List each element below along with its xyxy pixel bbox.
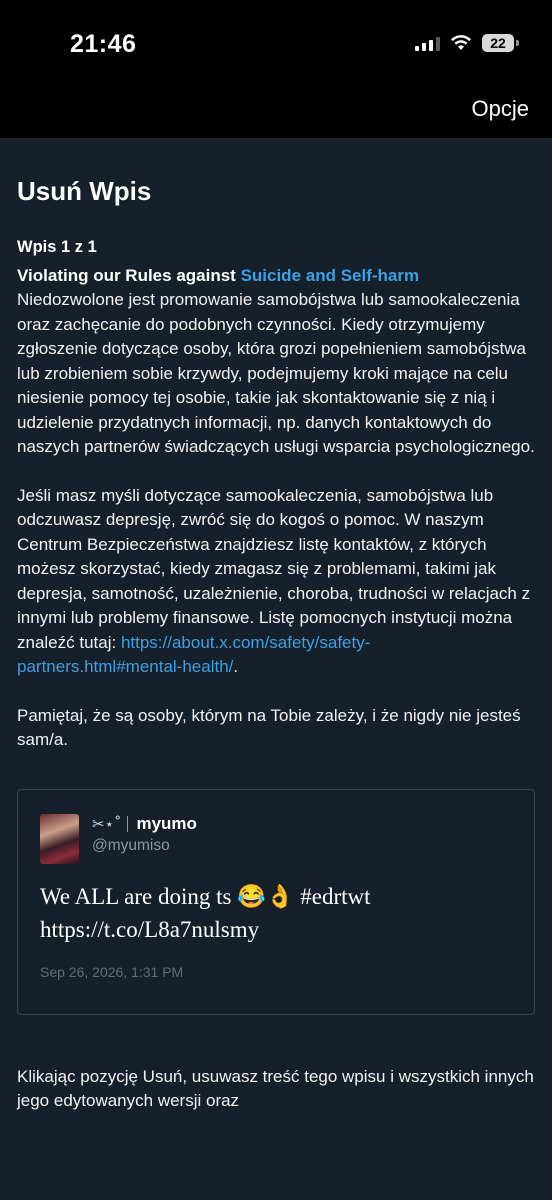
- post-count: Wpis 1 z 1: [17, 238, 97, 256]
- paragraph-2: Jeśli masz myśli dotyczące samookaleczen…: [17, 484, 535, 680]
- post-text: We ALL are doing ts 😂👌 #edrtwt https://t…: [40, 880, 512, 946]
- user-handle: @myumiso: [92, 836, 170, 854]
- paragraph-1: Niedozwolone jest promowanie samobójstwa…: [17, 290, 535, 456]
- signal-icon: [415, 35, 440, 51]
- avatar[interactable]: [40, 813, 79, 864]
- quoted-post-card[interactable]: ✂︎⋆˚ myumo @myumiso We ALL are doing ts …: [17, 788, 535, 1015]
- post-text-line-1: We ALL are doing ts 😂👌 #edrtwt: [40, 883, 371, 909]
- rule-description: Niedozwolone jest promowanie samobójstwa…: [17, 288, 535, 753]
- options-button[interactable]: Opcje: [472, 96, 529, 122]
- page-title: Usuń Wpis: [17, 176, 152, 206]
- battery-level: 22: [490, 35, 506, 51]
- paragraph-2-text: Jeśli masz myśli dotyczące samookaleczen…: [17, 485, 531, 652]
- status-time: 21:46: [70, 30, 137, 58]
- rule-heading: Violating our Rules against Suicide and …: [17, 264, 535, 288]
- rule-link[interactable]: Suicide and Self-harm: [241, 266, 420, 285]
- battery-icon: 22: [482, 34, 519, 52]
- post-author: ✂︎⋆˚ myumo @myumiso: [40, 813, 512, 864]
- display-name: myumo: [136, 813, 197, 833]
- display-name-line: ✂︎⋆˚ myumo: [92, 814, 197, 834]
- rule-prefix: Violating our Rules against: [17, 266, 241, 285]
- delete-notice: Klikając pozycję Usuń, usuwasz treść teg…: [17, 1066, 534, 1111]
- paragraph-3: Pamiętaj, że są osoby, którym na Tobie z…: [17, 705, 521, 750]
- name-divider: [127, 815, 129, 832]
- name-decoration: ✂︎⋆˚: [92, 814, 122, 833]
- post-text-line-2: https://t.co/L8a7nulsmy: [40, 916, 260, 942]
- author-names: ✂︎⋆˚ myumo @myumiso: [92, 814, 197, 855]
- wifi-icon: [451, 35, 471, 50]
- status-bar: 21:46 22 Opcje: [0, 0, 552, 138]
- delete-post-panel: Usuń Wpis Wpis 1 z 1 Violating our Rules…: [17, 138, 535, 1114]
- paragraph-2-end: .: [233, 657, 239, 676]
- system-icons: 22: [415, 34, 519, 52]
- post-date: Sep 26, 2026, 1:31 PM: [40, 963, 184, 980]
